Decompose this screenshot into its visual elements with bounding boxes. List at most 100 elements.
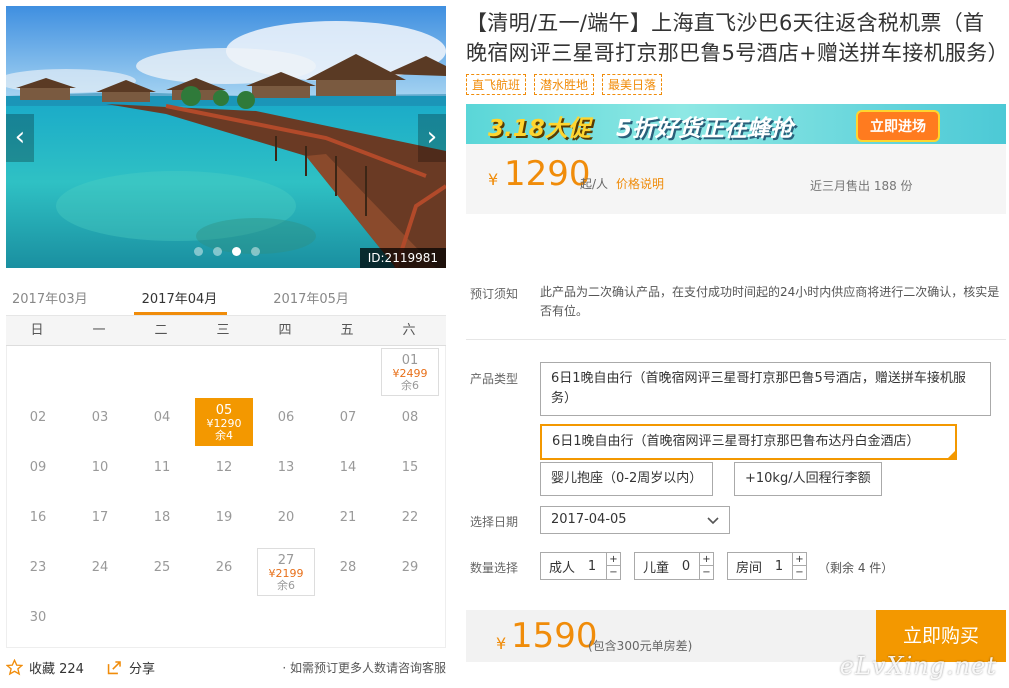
day-number: 25 (153, 560, 171, 575)
month-tabs: 2017年03月 2017年04月 2017年05月 (6, 268, 446, 316)
price-explain-link[interactable]: 价格说明 (616, 175, 664, 192)
calendar-day-available[interactable]: 01 ¥2499 余6 (381, 348, 439, 396)
child-stepper[interactable]: 儿童 0 + − (634, 552, 714, 580)
infant-seat-option[interactable]: 婴儿抱座（0-2周岁以内） (540, 462, 714, 496)
options-panel: 产品类型 6日1晚自由行（首晚宿网评三星哥打京那巴鲁5号酒店，赠送拼车接机服务）… (466, 362, 1006, 602)
calendar-day: 18 (133, 498, 191, 546)
calendar-day: 13 (257, 448, 315, 496)
weekday-label: 一 (92, 323, 106, 338)
calendar-day: 10 (71, 448, 129, 496)
gallery-dot[interactable] (213, 247, 222, 256)
star-icon (6, 658, 23, 675)
price-amount: 1290 (504, 154, 591, 194)
adult-plus-button[interactable]: + (607, 553, 620, 566)
weekday-label: 五 (340, 323, 354, 338)
share-button[interactable]: 分享 (106, 658, 155, 677)
day-number: 22 (401, 510, 419, 525)
promo-enter-button[interactable]: 立即进场 (856, 110, 940, 142)
left-column: ‹ › ID:2119981 2017年03月 2017年04月 2017年05月 … (6, 6, 446, 648)
product-tag: 最美日落 (602, 74, 663, 95)
day-stock: 余6 (401, 379, 419, 392)
calendar-day: 30 (9, 598, 67, 646)
favorite-button[interactable]: 收藏 224 (6, 658, 84, 677)
calendar-day: 16 (9, 498, 67, 546)
right-column: 【清明/五一/端午】上海直飞沙巴6天往返含税机票（首晚宿网评三星哥打京那巴鲁5号… (466, 8, 1009, 214)
month-tab[interactable]: 2017年05月 (267, 268, 355, 315)
watermark: eLvXing.net (839, 652, 997, 680)
calendar-day: 09 (9, 448, 67, 496)
day-number: 19 (215, 510, 233, 525)
weekday-label: 二 (154, 323, 168, 338)
calendar-day: 23 (9, 548, 67, 596)
adult-count: 1 (587, 558, 597, 574)
luggage-option[interactable]: +10kg/人回程行李额 (734, 462, 882, 496)
promo-banner[interactable]: 3.18大促 5折好货正在蜂抢 立即进场 (466, 104, 1006, 144)
calendar-day: 12 (195, 448, 253, 496)
calendar-grid: 01 ¥2499 余6 02 03 04 05 ¥1290 余4 06 07 08 09 10 11 12 13… (6, 346, 446, 648)
total-include-note: (包含300元单房差) (588, 639, 693, 653)
date-select[interactable]: 2017-04-05 (540, 506, 730, 534)
room-plus-button[interactable]: + (793, 553, 806, 566)
booking-notice: 预订须知 此产品为二次确认产品，在支付成功时间起的24小时内供应商将进行二次确认… (466, 278, 1006, 340)
gallery-dot[interactable] (194, 247, 203, 256)
adult-minus-button[interactable]: − (607, 566, 620, 579)
room-count: 1 (774, 558, 784, 574)
resort-image (6, 6, 446, 268)
next-image-button[interactable]: › (418, 114, 446, 162)
product-title: 【清明/五一/端午】上海直飞沙巴6天往返含税机票（首晚宿网评三星哥打京那巴鲁5号… (466, 11, 1009, 65)
calendar-day-available[interactable]: 05 ¥1290 余4 (195, 398, 253, 446)
selected-corner-icon (947, 450, 956, 459)
prev-image-button[interactable]: ‹ (6, 114, 34, 162)
date-value: 2017-04-05 (551, 512, 627, 527)
day-number: 08 (401, 410, 419, 425)
day-stock: 余4 (215, 429, 233, 442)
month-tab[interactable]: 2017年04月 (133, 268, 228, 315)
type-option-1[interactable]: 6日1晚自由行（首晚宿网评三星哥打京那巴鲁5号酒店，赠送拼车接机服务） (540, 362, 991, 416)
room-minus-button[interactable]: − (793, 566, 806, 579)
notice-text: 此产品为二次确认产品，在支付成功时间起的24小时内供应商将进行二次确认，核实是否… (540, 285, 1000, 318)
product-photo: ‹ › ID:2119981 (6, 6, 446, 268)
month-tab[interactable]: 2017年03月 (6, 268, 94, 315)
adult-label: 成人 (549, 560, 576, 576)
day-number: 20 (277, 510, 295, 525)
day-number: 13 (277, 460, 295, 475)
gallery-dots (194, 247, 260, 256)
type-option-2[interactable]: 6日1晚自由行（首晚宿网评三星哥打京那巴鲁布达丹白金酒店） (540, 424, 957, 460)
child-minus-button[interactable]: − (700, 566, 713, 579)
image-id-badge: ID:2119981 (359, 248, 446, 268)
product-tag: 直飞航班 (466, 74, 527, 95)
promo-title: 3.18大促 (488, 116, 591, 142)
room-stepper-buttons: + − (792, 553, 806, 579)
calendar-day: 11 (133, 448, 191, 496)
calendar-day: 03 (71, 398, 129, 446)
footer-actions: 收藏 224 分享 · 如需预订更多人数请咨询客服 (6, 656, 446, 678)
day-stock: 余6 (277, 579, 295, 592)
room-label: 房间 (736, 560, 763, 576)
child-stepper-buttons: + − (699, 553, 713, 579)
gallery-dot[interactable] (232, 247, 241, 256)
day-number: 12 (215, 460, 233, 475)
calendar-day: 24 (71, 548, 129, 596)
calendar-day: 07 (319, 398, 377, 446)
adult-stepper[interactable]: 成人 1 + − (540, 552, 621, 580)
weekday-label: 四 (278, 323, 292, 338)
calendar-day: 21 (319, 498, 377, 546)
calendar-day: 08 (381, 398, 439, 446)
gallery-dot[interactable] (251, 247, 260, 256)
day-number: 04 (153, 410, 171, 425)
day-number: 29 (401, 560, 419, 575)
day-number: 15 (401, 460, 419, 475)
calendar-day-available[interactable]: 27 ¥2199 余6 (257, 548, 315, 596)
consult-note: · 如需预订更多人数请咨询客服 (282, 660, 446, 675)
day-number: 03 (91, 410, 109, 425)
day-number: 09 (29, 460, 47, 475)
share-icon (107, 660, 121, 674)
date-label: 选择日期 (470, 515, 519, 529)
room-stepper[interactable]: 房间 1 + − (727, 552, 807, 580)
day-number: 28 (339, 560, 357, 575)
calendar-day: 26 (195, 548, 253, 596)
day-number: 07 (339, 410, 357, 425)
child-count: 0 (681, 558, 691, 574)
day-number: 02 (29, 410, 47, 425)
child-plus-button[interactable]: + (700, 553, 713, 566)
